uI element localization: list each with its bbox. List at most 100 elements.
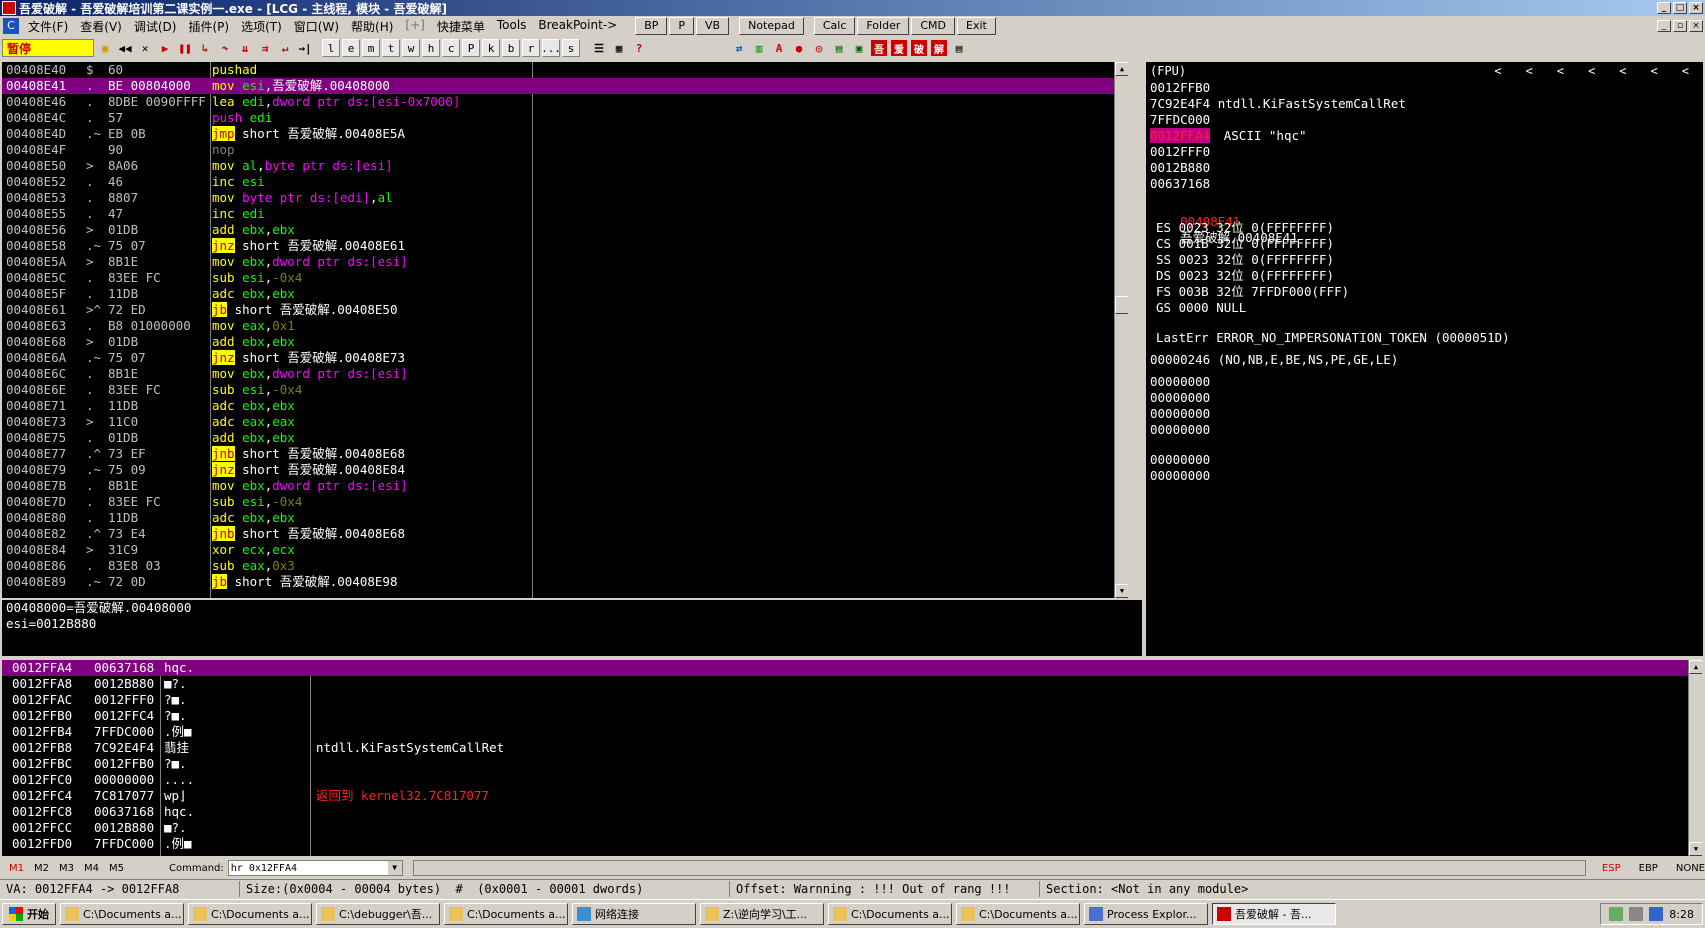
stack-row[interactable]: 0012FFB8 7C92E4F4 翡挂 ntdll.KiFastSystemCall…: [2, 740, 1702, 756]
disasm-row[interactable]: 00408E56 >01DB add ebx,ebx: [2, 222, 1128, 238]
stack-row[interactable]: 0012FFAC 0012FFF0 ?■.: [2, 692, 1702, 708]
tray-app-icon[interactable]: [1649, 907, 1664, 921]
esp-button[interactable]: ESP: [1602, 863, 1621, 874]
taskbar-button[interactable]: C:\Documents a...: [188, 903, 312, 925]
taskbar-button[interactable]: 吾爱破解 - 吾...: [1212, 903, 1336, 925]
taskbar-button[interactable]: C:\Documents a...: [444, 903, 568, 925]
disasm-row[interactable]: 00408E80. 11DB adc ebx,ebx: [2, 510, 1128, 526]
taskbar-button[interactable]: C:\Documents a...: [956, 903, 1080, 925]
register-value-row[interactable]: 7C92E4F4 ntdll.KiFastSystemCallRet: [1146, 96, 1703, 112]
disasm-row[interactable]: 00408E68 >01DB add ebx,ebx: [2, 334, 1128, 350]
disasm-row[interactable]: 00408E5F. 11DB adc ebx,ebx: [2, 286, 1128, 302]
plugin-button-cmd[interactable]: CMD: [911, 17, 956, 35]
menu-item[interactable]: 窗口(W): [288, 18, 345, 35]
disassembly-pane[interactable]: 00408E40 $60 pushad 00408E41. BE 00804000 mov…: [2, 62, 1128, 598]
window-button-t[interactable]: t: [382, 39, 400, 57]
close-button[interactable]: ×: [1689, 2, 1703, 14]
taskbar-button[interactable]: Process Explor...: [1084, 903, 1208, 925]
segment-register-row[interactable]: ES 0023 32位 0(FFFFFFFF): [1146, 220, 1703, 236]
disasm-row[interactable]: 00408E6C. 8B1E mov ebx,dword ptr ds:[esi]: [2, 366, 1128, 382]
window-button-r[interactable]: r: [522, 39, 540, 57]
trace-over-icon[interactable]: ⇉: [256, 39, 274, 57]
fpu-register-row[interactable]: 00000000: [1146, 452, 1703, 468]
disasm-row[interactable]: 00408E7B. 8B1E mov ebx,dword ptr ds:[esi]: [2, 478, 1128, 494]
disasm-row[interactable]: 00408E5A >8B1E mov ebx,dword ptr ds:[esi]: [2, 254, 1128, 270]
disasm-row[interactable]: 00408E63. B8 01000000 mov eax,0x1: [2, 318, 1128, 334]
menu-item[interactable]: 快捷菜单: [431, 18, 491, 35]
pause-icon[interactable]: ❚❚: [176, 39, 194, 57]
close-file-icon[interactable]: ✕: [136, 39, 154, 57]
disasm-row[interactable]: 00408E58 .~ 75 07 jnz short 吾爱破解.00408E61: [2, 238, 1128, 254]
disasm-row[interactable]: 00408E53. 8807 mov byte ptr ds:[edi],al: [2, 190, 1128, 206]
disasm-row[interactable]: 00408E50 >8A06 mov al,byte ptr ds:[esi]: [2, 158, 1128, 174]
bars-icon[interactable]: ▥: [750, 39, 768, 57]
volume-icon[interactable]: [1629, 907, 1644, 921]
taskbar-button[interactable]: 网络连接: [572, 903, 696, 925]
menu-item[interactable]: 调试(D): [128, 18, 183, 35]
chevron-down-icon[interactable]: ▼: [387, 861, 402, 875]
disasm-row[interactable]: 00408E7D. 83EE FC sub esi,-0x4: [2, 494, 1128, 510]
step-over-icon[interactable]: ↷: [216, 39, 234, 57]
disasm-row[interactable]: 00408E4D .~ EB 0B jmp short 吾爱破解.00408E5A: [2, 126, 1128, 142]
stack-row[interactable]: 0012FFBC 0012FFB0 ?■.: [2, 756, 1702, 772]
window-button-...[interactable]: ...: [541, 39, 561, 57]
taskbar-button[interactable]: C:\Documents a...: [60, 903, 184, 925]
menu-item[interactable]: 插件(P): [182, 18, 235, 35]
brand-glyph-icon[interactable]: 爱: [890, 39, 908, 57]
eflags-row[interactable]: 00000246 (NO,NB,E,BE,NS,PE,GE,LE): [1146, 352, 1703, 368]
disasm-row[interactable]: 00408E52. 46 inc esi: [2, 174, 1128, 190]
help-icon[interactable]: ?: [630, 39, 648, 57]
stack-row[interactable]: 0012FFB4 7FFDC000 .例■: [2, 724, 1702, 740]
chevron-left-icon[interactable]: <: [1557, 62, 1564, 80]
open-icon[interactable]: ▣: [96, 39, 114, 57]
target-icon[interactable]: ◎: [810, 39, 828, 57]
menu-item[interactable]: 文件(F): [22, 18, 74, 35]
scroll-thumb[interactable]: [1115, 296, 1128, 314]
disasm-row[interactable]: 00408E79 .~ 75 09 jnz short 吾爱破解.00408E84: [2, 462, 1128, 478]
register-value-row[interactable]: 0012FFA4 ASCII "hqc": [1146, 128, 1703, 144]
network-icon[interactable]: [1609, 907, 1624, 921]
disasm-row[interactable]: 00408E6E. 83EE FC sub esi,-0x4: [2, 382, 1128, 398]
taskbar-button[interactable]: C:\Documents a...: [828, 903, 952, 925]
plugin-button-vb[interactable]: VB: [696, 17, 730, 35]
stack-row[interactable]: 0012FFD0 7FFDC000 .例■: [2, 836, 1702, 852]
window-button-c[interactable]: c: [442, 39, 460, 57]
rewind-icon[interactable]: ◀◀: [116, 39, 134, 57]
fpu-register-row[interactable]: 00000000: [1146, 374, 1703, 390]
mark-button-m2[interactable]: M2: [29, 863, 54, 874]
scroll-down-icon[interactable]: ▼: [1689, 842, 1702, 856]
stack-row[interactable]: 0012FFC4 7C817077 wp⌋ 返回到 kernel32.7C817077: [2, 788, 1702, 804]
window-icon[interactable]: ▣: [850, 39, 868, 57]
step-into-icon[interactable]: ↳: [196, 39, 214, 57]
window-button-k[interactable]: k: [482, 39, 500, 57]
mark-button-m1[interactable]: M1: [4, 863, 29, 874]
stack-row[interactable]: 0012FFCC 0012B880 ■?.: [2, 820, 1702, 836]
disasm-row[interactable]: 00408E89 .~ 72 0D jb short 吾爱破解.00408E98: [2, 574, 1128, 590]
start-button[interactable]: 开始: [2, 903, 56, 925]
plugin-button-bp[interactable]: BP: [635, 17, 668, 35]
window-button-e[interactable]: e: [342, 39, 360, 57]
taskbar-button[interactable]: C:\debugger\吾...: [316, 903, 440, 925]
window-button-w[interactable]: w: [402, 39, 420, 57]
chevron-left-icon[interactable]: <: [1494, 62, 1501, 80]
disasm-row[interactable]: 00408E84 >31C9 xor ecx,ecx: [2, 542, 1128, 558]
system-menu-icon[interactable]: C: [3, 18, 19, 34]
stack-row[interactable]: 0012FFB0 0012FFC4 ?■.: [2, 708, 1702, 724]
segment-register-row[interactable]: DS 0023 32位 0(FFFFFFFF): [1146, 268, 1703, 284]
menu-item[interactable]: 帮助(H): [345, 18, 399, 35]
scroll-up-icon[interactable]: ▲: [1115, 62, 1128, 76]
ebp-button[interactable]: EBP: [1639, 863, 1658, 874]
lasterr-row[interactable]: LastErr ERROR_NO_IMPERSONATION_TOKEN (00…: [1146, 330, 1703, 346]
taskbar-button[interactable]: Z:\逆向学习\工...: [700, 903, 824, 925]
plugin-button-p[interactable]: P: [669, 17, 695, 35]
disasm-row[interactable]: 00408E71. 11DB adc ebx,ebx: [2, 398, 1128, 414]
scroll-down-icon[interactable]: ▼: [1115, 584, 1128, 598]
brand-glyph-icon[interactable]: 吾: [870, 39, 888, 57]
menu-item[interactable]: 选项(T): [235, 18, 288, 35]
chevron-left-icon[interactable]: <: [1526, 62, 1533, 80]
plugin-button-folder[interactable]: Folder: [857, 17, 910, 35]
segment-register-row[interactable]: CS 001B 32位 0(FFFFFFFF): [1146, 236, 1703, 252]
maximize-button[interactable]: □: [1673, 2, 1687, 14]
registers-pane[interactable]: (FPU) < < < < < < < 0012FFB0 7C92E4F4 ntd…: [1146, 62, 1703, 656]
register-value-row[interactable]: 00637168: [1146, 176, 1703, 192]
